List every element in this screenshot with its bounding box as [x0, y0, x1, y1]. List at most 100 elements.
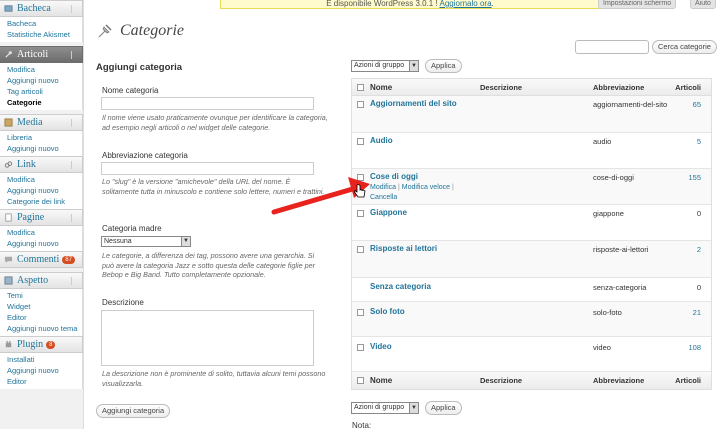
apply-button[interactable]: Applica: [425, 59, 462, 73]
chevron-down-icon: ▼: [181, 237, 190, 246]
col-slug[interactable]: Abbreviazione: [593, 83, 644, 92]
submenu-item[interactable]: Aggiungi nuovo: [0, 143, 82, 154]
menu-label: Aspetto: [17, 275, 49, 286]
category-count-link[interactable]: 21: [693, 308, 701, 317]
apply-button-bottom[interactable]: Applica: [425, 401, 462, 415]
col-description[interactable]: Descrizione: [480, 83, 522, 92]
menu-media[interactable]: Media: [0, 114, 83, 131]
submenu-item[interactable]: Statistiche Akismet: [0, 29, 82, 40]
category-slug: audio: [593, 137, 612, 146]
submenu-item[interactable]: Modifica: [0, 174, 82, 185]
submenu-item[interactable]: Categorie dei link: [0, 196, 82, 207]
category-count-link[interactable]: 5: [697, 137, 701, 146]
category-slug: giappone: [593, 209, 624, 218]
quick-edit-link[interactable]: Modifica veloce: [402, 184, 450, 191]
name-field[interactable]: [101, 97, 314, 110]
menu-link[interactable]: Link: [0, 156, 83, 173]
category-count-link[interactable]: 2: [697, 245, 701, 254]
category-slug: video: [593, 343, 611, 352]
parent-label: Categoria madre: [102, 224, 162, 233]
category-name-link[interactable]: Senza categoria: [370, 282, 431, 291]
update-now-link[interactable]: Aggiornalo ora: [439, 0, 491, 8]
table-row: Audio audio 5: [352, 133, 711, 169]
submenu-item[interactable]: Editor: [0, 376, 82, 387]
menu-label: Bacheca: [17, 3, 51, 14]
page-header: Categorie: [96, 22, 184, 40]
search-input[interactable]: [575, 40, 649, 54]
menu-commenti[interactable]: Commenti 87: [0, 251, 83, 268]
category-count-link[interactable]: 155: [688, 173, 701, 182]
col-name[interactable]: Nome: [370, 83, 392, 92]
submenu-item-current[interactable]: Categorie: [0, 97, 82, 108]
toggle-arrow-icon[interactable]: [71, 5, 79, 13]
category-name-link[interactable]: Aggiornamenti del sito: [370, 99, 457, 108]
toggle-arrow-icon[interactable]: [71, 277, 79, 285]
submenu-item[interactable]: Modifica: [0, 64, 82, 75]
plugin-update-badge: 8: [46, 340, 56, 349]
select-all-checkbox[interactable]: [357, 377, 364, 384]
menu-plugin[interactable]: Plugin 8: [0, 336, 83, 353]
update-notice: È disponibile WordPress 3.0.1 ! Aggiorna…: [220, 0, 600, 9]
submenu-item[interactable]: Aggiungi nuovo: [0, 75, 82, 86]
parent-category-select[interactable]: Nessuna ▼: [101, 236, 191, 247]
add-category-button[interactable]: Aggiungi categoria: [96, 404, 171, 418]
parent-help: Le categorie, a differenza dei tag, poss…: [102, 251, 315, 279]
submenu-item[interactable]: Modifica: [0, 227, 82, 238]
category-count-link[interactable]: 65: [693, 100, 701, 109]
toggle-arrow-icon[interactable]: [71, 119, 79, 127]
submenu-aspetto: Temi Widget Editor Aggiungi nuovo tema: [0, 289, 83, 336]
submenu-item[interactable]: Installati: [0, 354, 82, 365]
screen-options-tab[interactable]: Impostazioni schermo: [598, 0, 677, 9]
row-checkbox[interactable]: [357, 309, 364, 316]
toggle-arrow-icon[interactable]: [71, 51, 79, 59]
category-name-link[interactable]: Video: [370, 342, 392, 351]
menu-pagine[interactable]: Pagine: [0, 209, 83, 226]
submenu-item[interactable]: Aggiungi nuovo: [0, 238, 82, 249]
menu-label: Commenti: [17, 254, 60, 265]
chevron-down-icon: ▼: [409, 403, 418, 413]
pushpin-icon: [98, 24, 112, 38]
media-icon: [4, 118, 13, 127]
description-textarea[interactable]: [101, 310, 314, 366]
col-count[interactable]: Articoli: [675, 83, 701, 92]
table-row-hovered: Cose di oggi cose-di-oggi 155 Modifica |…: [352, 169, 711, 205]
select-all-checkbox[interactable]: [357, 84, 364, 91]
menu-articoli[interactable]: Articoli: [0, 46, 83, 63]
submenu-item[interactable]: Tag articoli: [0, 86, 82, 97]
col-name[interactable]: Nome: [370, 376, 392, 385]
category-name-link[interactable]: Audio: [370, 136, 393, 145]
toggle-arrow-icon[interactable]: [71, 161, 79, 169]
toggle-arrow-icon[interactable]: [71, 214, 79, 222]
col-slug[interactable]: Abbreviazione: [593, 376, 644, 385]
search-categories-button[interactable]: Cerca categorie: [652, 40, 717, 54]
category-name-link[interactable]: Solo foto: [370, 307, 405, 316]
submenu-item[interactable]: Editor: [0, 312, 82, 323]
row-checkbox[interactable]: [357, 246, 364, 253]
category-name-link[interactable]: Risposte ai lettori: [370, 244, 437, 253]
submenu-bacheca: Bacheca Statistiche Akismet: [0, 17, 83, 42]
col-description[interactable]: Descrizione: [480, 376, 522, 385]
submenu-item[interactable]: Aggiungi nuovo: [0, 185, 82, 196]
submenu-item[interactable]: Libreria: [0, 132, 82, 143]
submenu-link: Modifica Aggiungi nuovo Categorie dei li…: [0, 173, 83, 209]
parent-select-value: Nessuna: [104, 238, 132, 245]
category-count-link[interactable]: 108: [688, 343, 701, 352]
submenu-item[interactable]: Aggiungi nuovo tema: [0, 323, 82, 334]
row-checkbox[interactable]: [357, 138, 364, 145]
bulk-actions-select-bottom[interactable]: Azioni di gruppo ▼: [351, 402, 419, 414]
menu-label: Pagine: [17, 212, 45, 223]
col-count[interactable]: Articoli: [675, 376, 701, 385]
menu-bacheca[interactable]: Bacheca: [0, 0, 83, 17]
row-checkbox[interactable]: [357, 344, 364, 351]
submenu-media: Libreria Aggiungi nuovo: [0, 131, 83, 156]
help-tab[interactable]: Aiuto: [690, 0, 716, 9]
submenu-item[interactable]: Bacheca: [0, 18, 82, 29]
slug-field[interactable]: [101, 162, 314, 175]
submenu-item[interactable]: Aggiungi nuovo: [0, 365, 82, 376]
row-checkbox[interactable]: [357, 101, 364, 108]
menu-aspetto[interactable]: Aspetto: [0, 272, 83, 289]
menu-label: Media: [17, 117, 43, 128]
submenu-item[interactable]: Widget: [0, 301, 82, 312]
bulk-actions-select[interactable]: Azioni di gruppo ▼: [351, 60, 419, 72]
submenu-item[interactable]: Temi: [0, 290, 82, 301]
